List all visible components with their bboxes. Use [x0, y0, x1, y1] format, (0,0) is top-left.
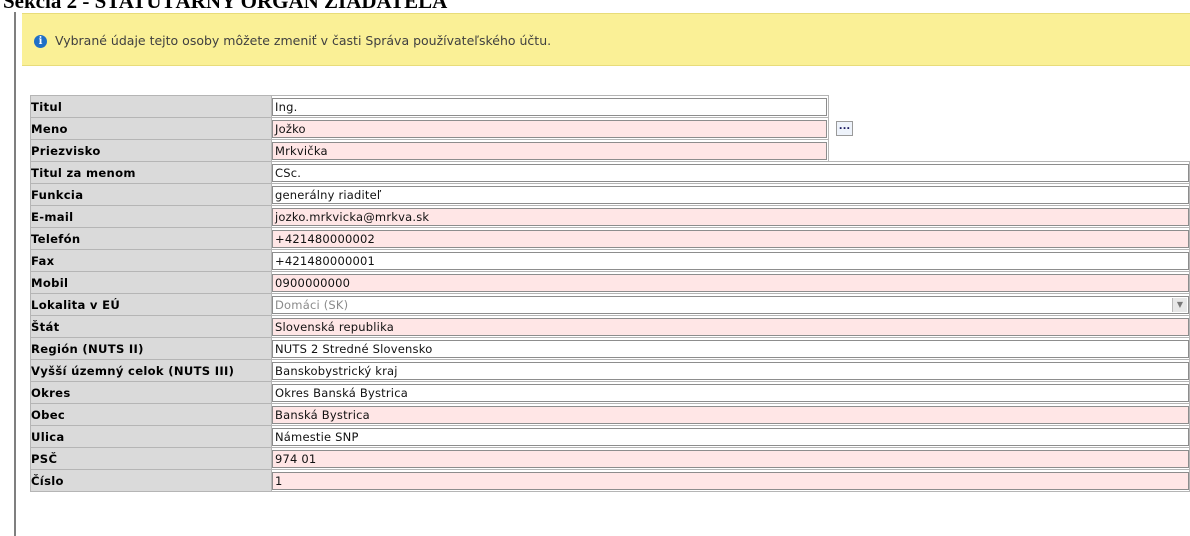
email-field[interactable]: jozko.mrkvicka@mrkva.sk	[272, 207, 1189, 226]
info-box: i Vybrané údaje tejto osoby môžete zmeni…	[22, 13, 1190, 66]
form-row-psc: PSČ 974 01	[30, 447, 1190, 470]
stat-label: Štát	[30, 315, 272, 338]
form-row-mobil: Mobil 0900000000	[30, 271, 1190, 294]
priezvisko-label: Priezvisko	[30, 139, 272, 162]
form-row-stat: Štát Slovenská republika	[30, 315, 1190, 338]
stat-field[interactable]: Slovenská republika	[272, 317, 1189, 336]
mobil-label: Mobil	[30, 271, 272, 294]
fax-field[interactable]: +421480000001	[272, 251, 1189, 270]
form-row-titul: Titul Ing. ...	[30, 95, 1190, 162]
region-label: Región (NUTS II)	[30, 337, 272, 360]
telefon-field[interactable]: +421480000002	[272, 229, 1189, 248]
fax-label: Fax	[30, 249, 272, 272]
ulica-label: Ulica	[30, 425, 272, 448]
form-row-cislo: Číslo 1	[30, 469, 1190, 492]
form-row-lokalita: Lokalita v EÚ Domáci (SK) ▼	[30, 293, 1190, 316]
psc-label: PSČ	[30, 447, 272, 470]
form-row-fax: Fax +421480000001	[30, 249, 1190, 272]
priezvisko-field[interactable]: Mrkvička	[272, 141, 827, 160]
lokalita-select[interactable]: Domáci (SK) ▼	[272, 295, 1189, 314]
form-row-okres: Okres Okres Banská Bystrica	[30, 381, 1190, 404]
funkcia-field[interactable]: generálny riaditeľ	[272, 185, 1189, 204]
meno-field[interactable]: Jožko	[272, 119, 827, 138]
meno-label: Meno	[30, 117, 272, 140]
cislo-label: Číslo	[30, 469, 272, 492]
meno-lookup-button[interactable]: ...	[836, 120, 853, 136]
section-heading: Sekcia 2 - ŠTATUTÁRNY ORGÁN ŽIADATEĽA	[3, 0, 448, 13]
form-row-telefon: Telefón +421480000002	[30, 227, 1190, 250]
form-row-ulica: Ulica Námestie SNP	[30, 425, 1190, 448]
psc-field[interactable]: 974 01	[272, 449, 1189, 468]
form-row-vuc: Vyšší územný celok (NUTS III) Banskobyst…	[30, 359, 1190, 382]
lokalita-label: Lokalita v EÚ	[30, 293, 272, 316]
form-row-obec: Obec Banská Bystrica	[30, 403, 1190, 426]
titul-za-menom-field[interactable]: CSc.	[272, 163, 1189, 182]
funkcia-label: Funkcia	[30, 183, 272, 206]
email-label: E-mail	[30, 205, 272, 228]
okres-field[interactable]: Okres Banská Bystrica	[272, 383, 1189, 402]
form-row-email: E-mail jozko.mrkvicka@mrkva.sk	[30, 205, 1190, 228]
chevron-down-icon[interactable]: ▼	[1172, 297, 1187, 312]
left-border	[14, 12, 16, 536]
obec-field[interactable]: Banská Bystrica	[272, 405, 1189, 424]
mobil-field[interactable]: 0900000000	[272, 273, 1189, 292]
titul-field[interactable]: Ing.	[272, 97, 827, 116]
meno-lookup-cell: ...	[828, 95, 1190, 162]
form-row-funkcia: Funkcia generálny riaditeľ	[30, 183, 1190, 206]
region-field[interactable]: NUTS 2 Stredné Slovensko	[272, 339, 1189, 358]
okres-label: Okres	[30, 381, 272, 404]
obec-label: Obec	[30, 403, 272, 426]
lokalita-selected-value: Domáci (SK)	[275, 297, 349, 312]
telefon-label: Telefón	[30, 227, 272, 250]
form-row-titul-za-menom: Titul za menom CSc.	[30, 161, 1190, 184]
applicant-form-table: Titul Ing. ... Meno Jožko Priezvisko Mrk…	[30, 95, 1190, 492]
titul-label: Titul	[30, 95, 272, 118]
titul-za-menom-label: Titul za menom	[30, 161, 272, 184]
cislo-field[interactable]: 1	[272, 471, 1189, 490]
ulica-field[interactable]: Námestie SNP	[272, 427, 1189, 446]
form-row-region: Región (NUTS II) NUTS 2 Stredné Slovensk…	[30, 337, 1190, 360]
vuc-field[interactable]: Banskobystrický kraj	[272, 361, 1189, 380]
info-text: Vybrané údaje tejto osoby môžete zmeniť …	[55, 33, 552, 48]
info-icon: i	[34, 35, 47, 48]
vuc-label: Vyšší územný celok (NUTS III)	[30, 359, 272, 382]
